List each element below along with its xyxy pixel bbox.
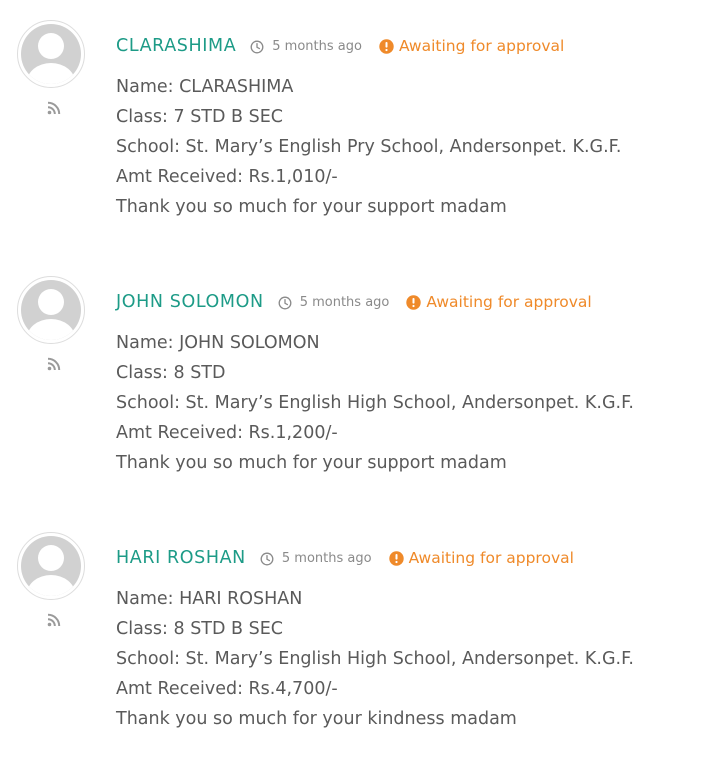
comment-time[interactable]: 5 months ago (272, 39, 362, 54)
comment-line-amount: Amt Received: Rs.4,700/- (116, 679, 338, 699)
comment-status-group: Awaiting for approval (406, 293, 592, 311)
comment-line-name: Name: JOHN SOLOMON (116, 333, 320, 353)
comment-line-name: Name: HARI ROSHAN (116, 589, 303, 609)
comment-status: Awaiting for approval (408, 549, 574, 567)
avatar (17, 20, 85, 88)
comment-meta: HARI ROSHAN 5 months ago Awaiting for ap… (116, 546, 574, 570)
comment-line-amount: Amt Received: Rs.1,010/- (116, 167, 338, 187)
clock-icon (250, 39, 264, 54)
comment-author-link[interactable]: JOHN SOLOMON (116, 292, 264, 312)
comment-avatar-column (17, 276, 89, 371)
comment-line-name: Name: CLARASHIMA (116, 77, 294, 97)
comment-avatar-column (17, 20, 89, 115)
comment-line-message: Thank you so much for your support madam (116, 197, 507, 217)
comment-status-group: Awaiting for approval (388, 549, 574, 567)
comment-line-message: Thank you so much for your support madam (116, 453, 507, 473)
comment-author-link[interactable]: HARI ROSHAN (116, 548, 246, 568)
comment-time[interactable]: 5 months ago (300, 295, 390, 310)
comment-line-school: School: St. Mary’s English Pry School, A… (116, 137, 622, 157)
comment-meta: CLARASHIMA 5 months ago Awaiting for app… (116, 34, 564, 58)
comment-body: Name: HARI ROSHAN Class: 8 STD B SEC Sch… (116, 584, 716, 734)
avatar (17, 532, 85, 600)
comment-time-group: 5 months ago (250, 39, 362, 54)
comment-time[interactable]: 5 months ago (282, 551, 372, 566)
comment-item: CLARASHIMA 5 months ago Awaiting for app… (0, 0, 727, 256)
comment-line-class: Class: 8 STD (116, 363, 226, 383)
comment-line-school: School: St. Mary’s English High School, … (116, 393, 634, 413)
exclamation-circle-icon (406, 294, 422, 310)
comment-status: Awaiting for approval (398, 37, 565, 55)
comment-line-school: School: St. Mary’s English High School, … (116, 649, 634, 669)
comment-item: JOHN SOLOMON 5 months ago Awaiting for a… (0, 256, 727, 512)
exclamation-circle-icon (388, 550, 404, 566)
exclamation-circle-icon (379, 38, 394, 54)
comment-time-group: 5 months ago (278, 295, 390, 310)
rss-icon[interactable] (46, 356, 62, 372)
clock-icon (278, 295, 292, 310)
comment-body: Name: CLARASHIMA Class: 7 STD B SEC Scho… (116, 72, 716, 222)
comment-time-group: 5 months ago (260, 551, 372, 566)
clock-icon (260, 551, 274, 566)
rss-icon[interactable] (46, 612, 62, 628)
comment-line-class: Class: 8 STD B SEC (116, 619, 283, 639)
comment-meta: JOHN SOLOMON 5 months ago Awaiting for a… (116, 290, 592, 314)
avatar (17, 276, 85, 344)
comment-status: Awaiting for approval (426, 293, 592, 311)
comment-avatar-column (17, 532, 89, 627)
comment-line-message: Thank you so much for your kindness mada… (116, 709, 517, 729)
rss-icon[interactable] (46, 100, 62, 116)
comment-line-class: Class: 7 STD B SEC (116, 107, 283, 127)
comment-body: Name: JOHN SOLOMON Class: 8 STD School: … (116, 328, 716, 478)
comment-status-group: Awaiting for approval (379, 37, 564, 55)
comment-item: HARI ROSHAN 5 months ago Awaiting for ap… (0, 512, 727, 768)
comment-author-link[interactable]: CLARASHIMA (116, 36, 236, 56)
comment-line-amount: Amt Received: Rs.1,200/- (116, 423, 338, 443)
